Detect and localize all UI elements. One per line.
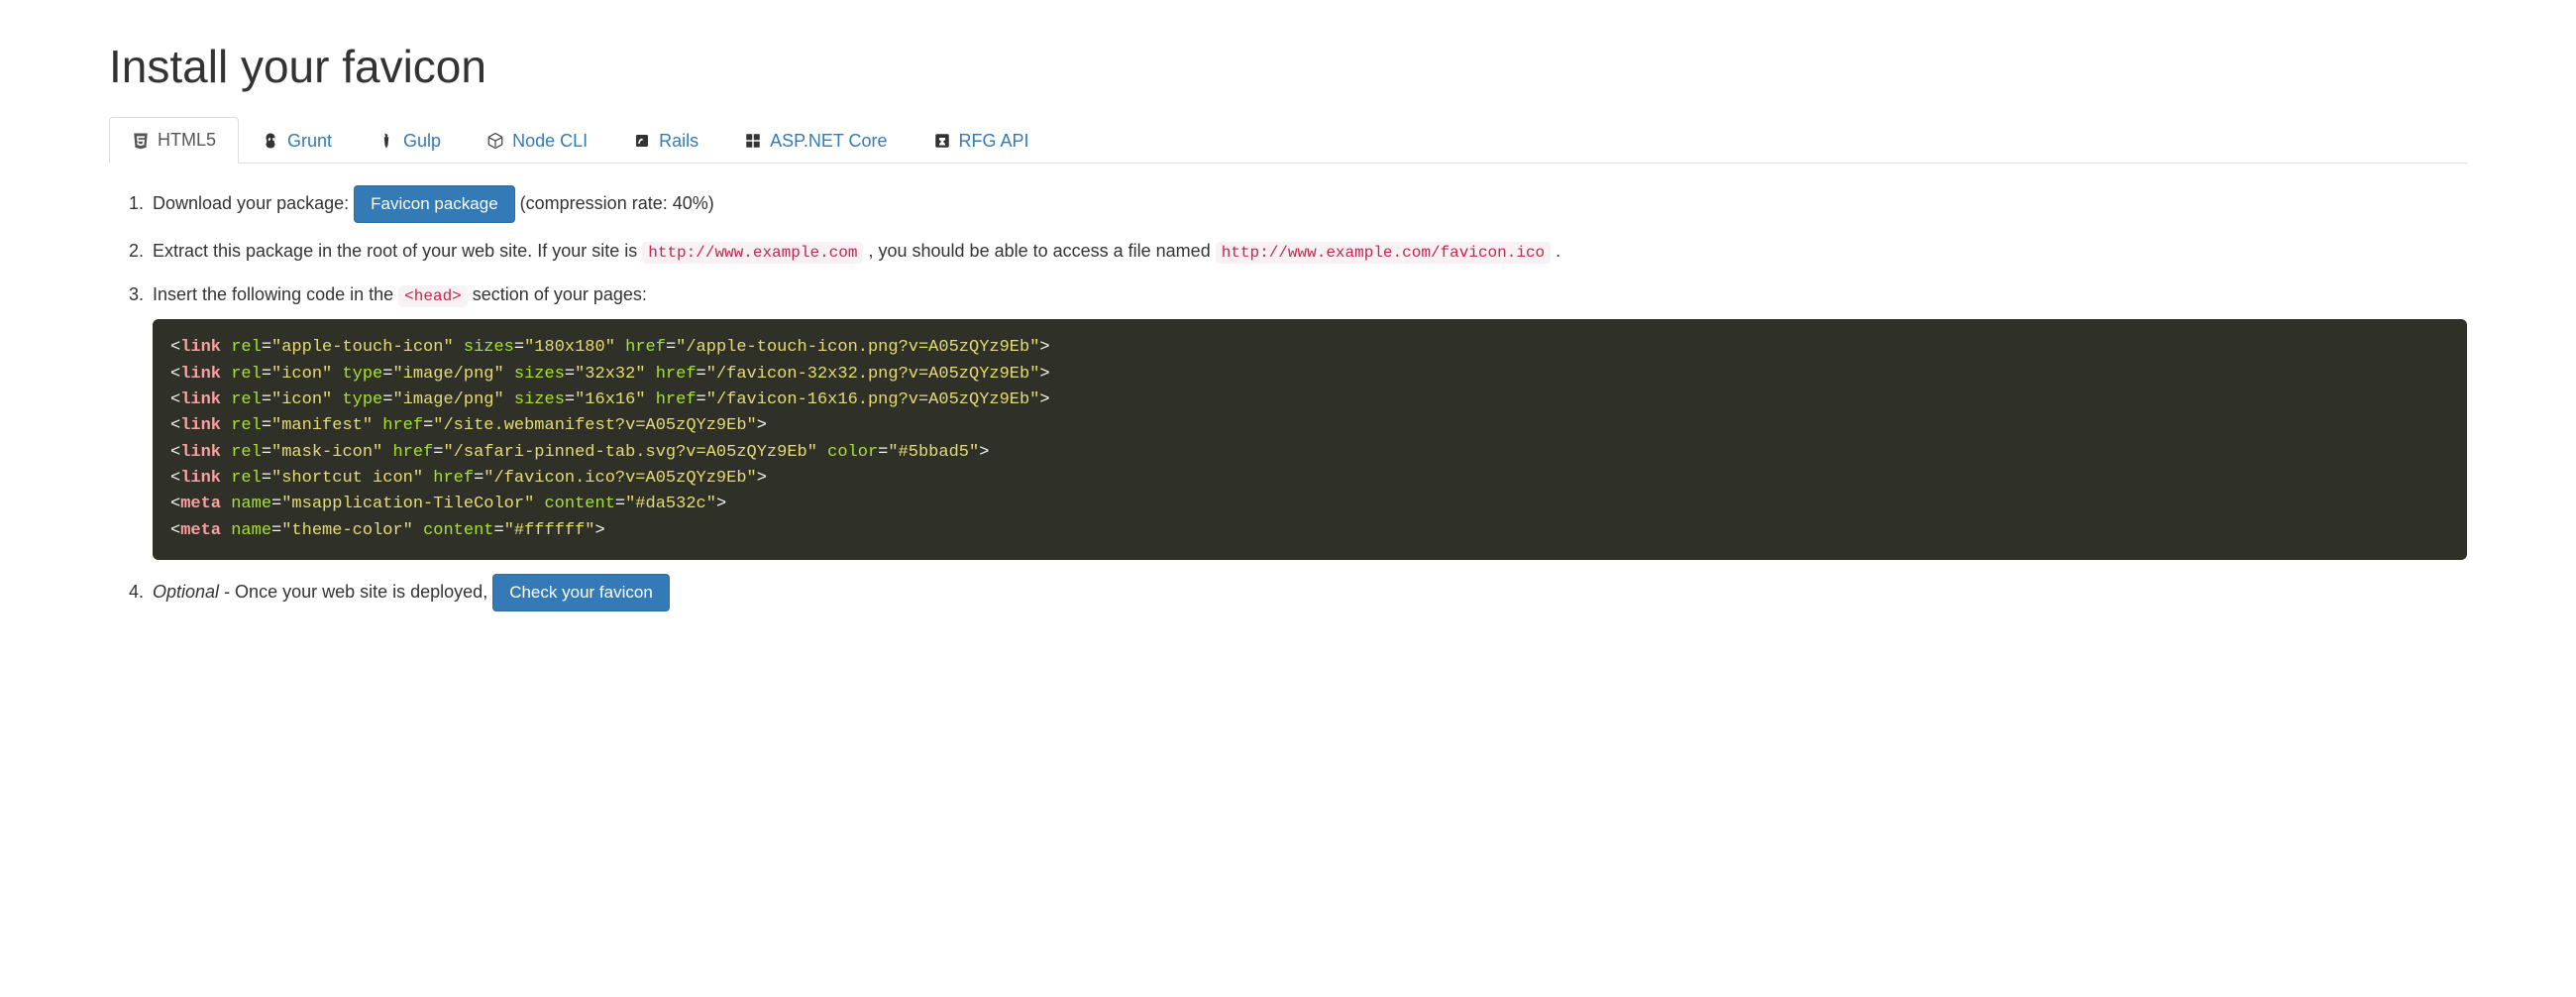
step-2-prefix: Extract this package in the root of your… (153, 241, 642, 261)
step-4-mid: - Once your web site is deployed, (224, 582, 492, 602)
step-2: Extract this package in the root of your… (149, 237, 2467, 267)
tab-rails[interactable]: Rails (610, 117, 721, 164)
step-4: Optional - Once your web site is deploye… (149, 574, 2467, 611)
step-1-suffix: (compression rate: 40%) (520, 193, 714, 213)
rails-icon (633, 132, 651, 150)
tab-gulp[interactable]: Gulp (355, 117, 464, 164)
step-1-prefix: Download your package: (153, 193, 354, 213)
tab-label: ASP.NET Core (770, 131, 887, 152)
tab-rfg-api[interactable]: RFG API (911, 117, 1052, 164)
page-title: Install your favicon (109, 40, 2467, 93)
tab-aspnet-core[interactable]: ASP.NET Core (721, 117, 910, 164)
instructions-list: Download your package: Favicon package (… (149, 185, 2467, 611)
step-2-url-2: http://www.example.com/favicon.ico (1216, 242, 1551, 264)
step-2-url-1: http://www.example.com (642, 242, 863, 264)
step-3-prefix: Insert the following code in the (153, 284, 398, 304)
step-3-head-tag: <head> (398, 285, 468, 307)
step-2-suffix: . (1556, 241, 1560, 261)
html5-icon (132, 132, 150, 150)
tab-label: RFG API (959, 131, 1029, 152)
step-1: Download your package: Favicon package (… (149, 185, 2467, 223)
tab-html5[interactable]: HTML5 (109, 117, 239, 164)
grunt-icon (262, 132, 279, 150)
favicon-package-button[interactable]: Favicon package (354, 185, 515, 223)
tab-label: Gulp (403, 131, 441, 152)
step-2-mid: , you should be able to access a file na… (868, 241, 1215, 261)
tab-label: Rails (659, 131, 698, 152)
tab-grunt[interactable]: Grunt (239, 117, 355, 164)
tab-label: HTML5 (158, 130, 216, 151)
tab-label: Node CLI (512, 131, 588, 152)
nodejs-icon (486, 132, 504, 150)
rfg-icon (933, 132, 951, 150)
code-snippet: <link rel="apple-touch-icon" sizes="180x… (153, 319, 2467, 560)
gulp-icon (377, 132, 395, 150)
tab-node-cli[interactable]: Node CLI (464, 117, 610, 164)
step-3-suffix: section of your pages: (473, 284, 647, 304)
check-favicon-button[interactable]: Check your favicon (492, 574, 670, 611)
step-3: Insert the following code in the <head> … (149, 280, 2467, 560)
windows-icon (744, 132, 762, 150)
tabs: HTML5 Grunt Gulp Node CLI Rails ASP.NET … (109, 117, 2467, 164)
tab-label: Grunt (287, 131, 332, 152)
optional-label: Optional (153, 582, 219, 602)
